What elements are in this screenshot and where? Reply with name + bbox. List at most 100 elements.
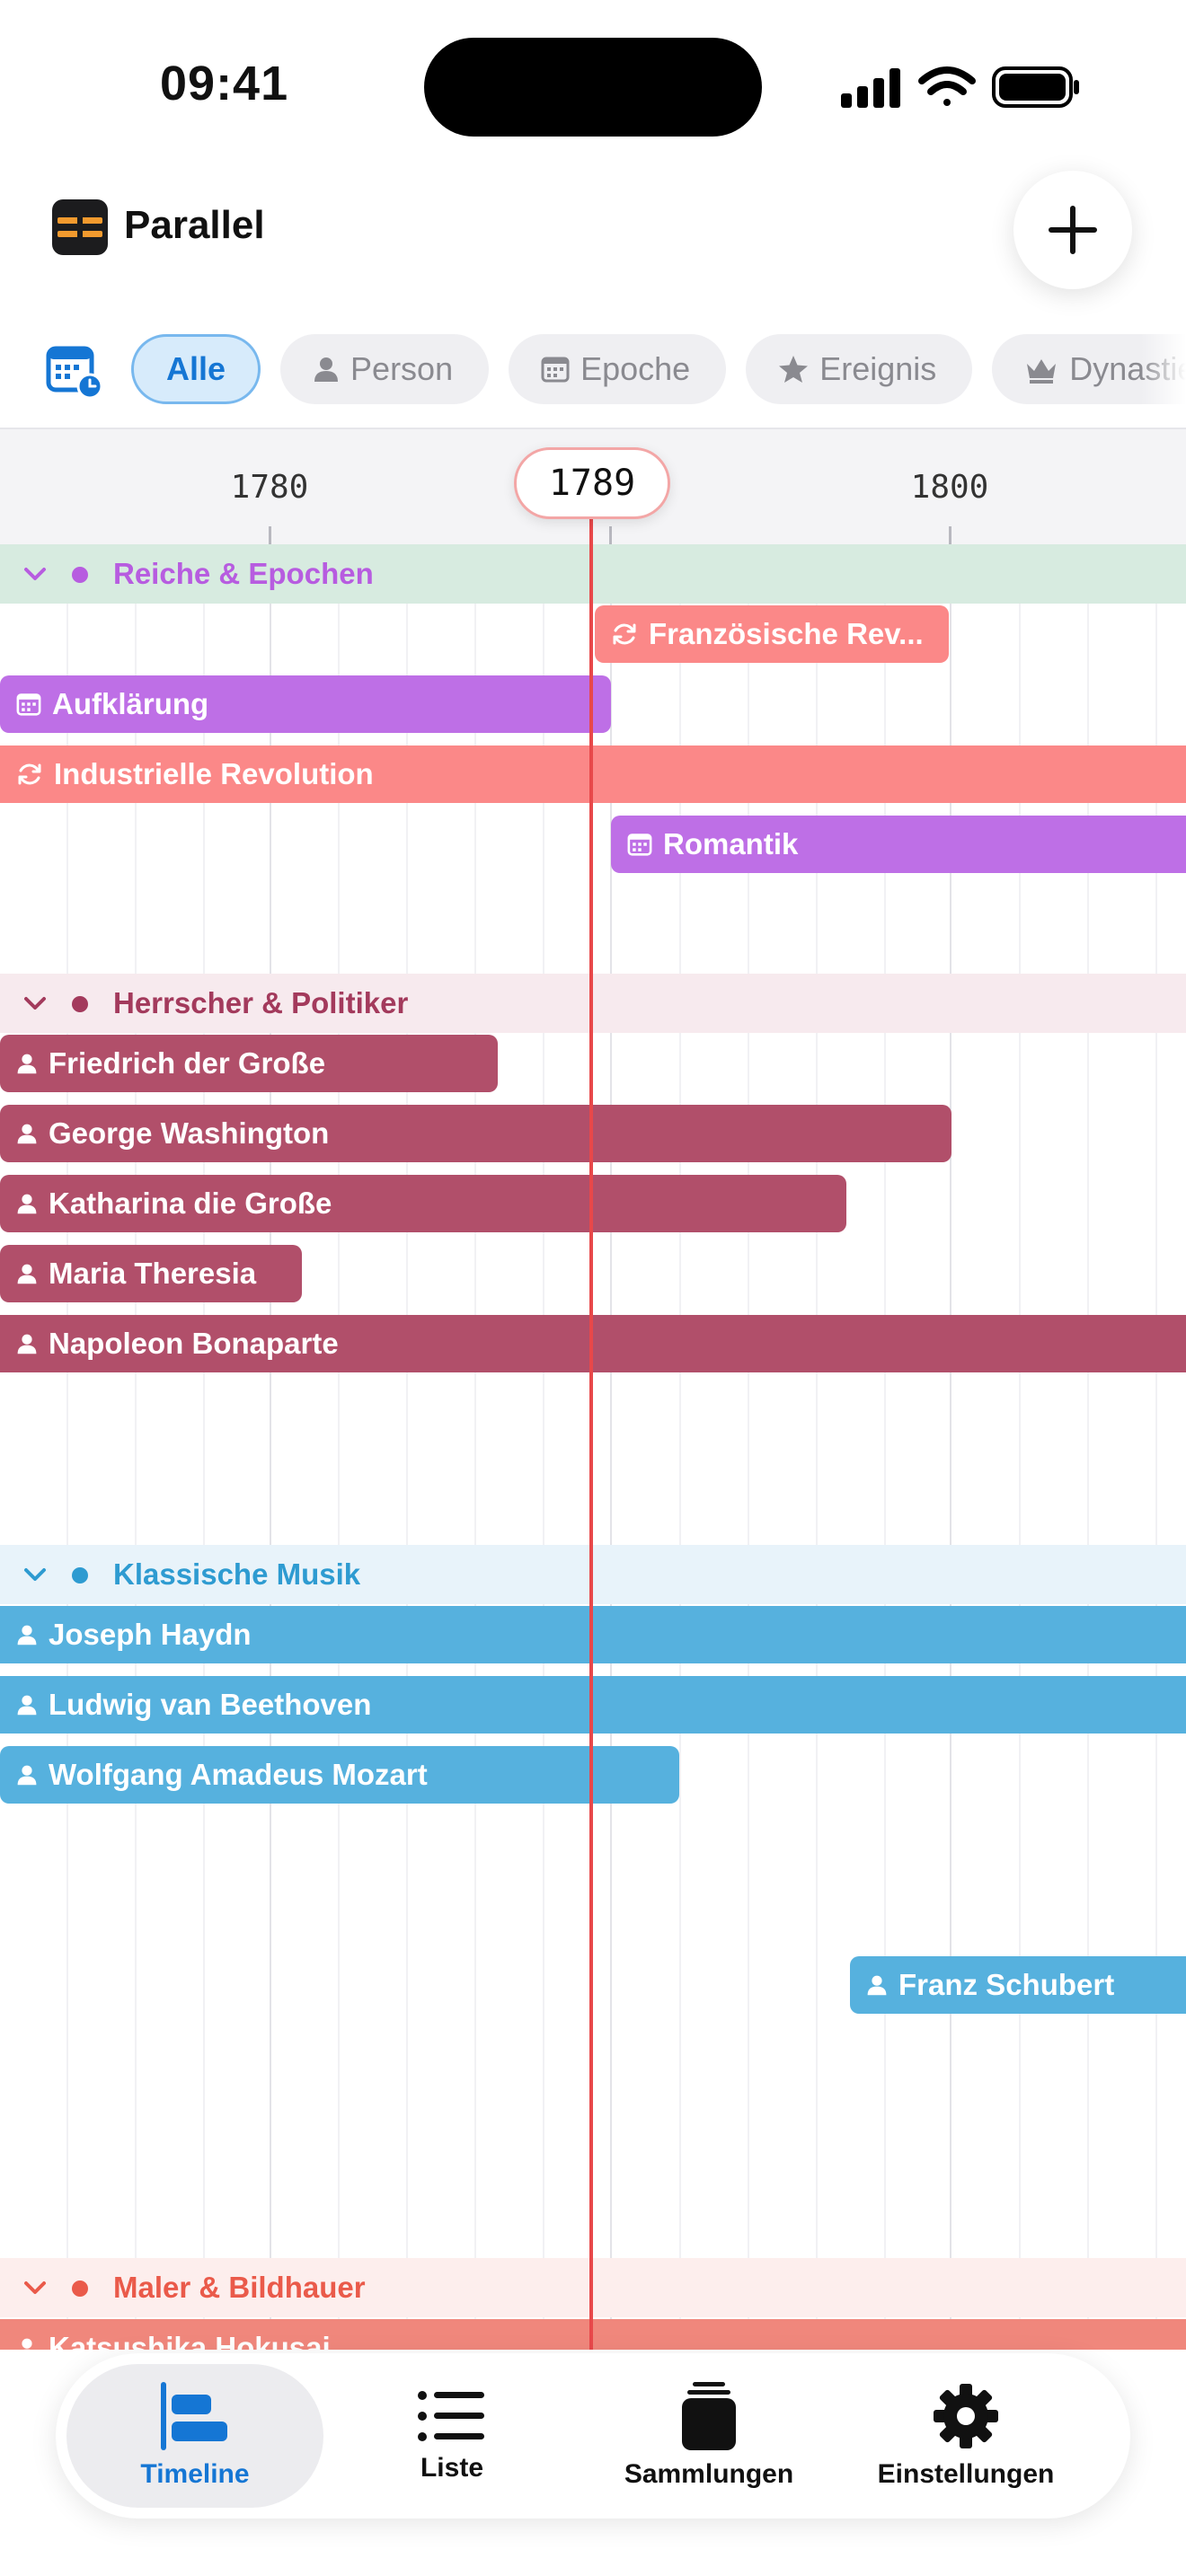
bar-label: Romantik <box>663 827 799 860</box>
timeline-bar-ludwig-van-beethoven[interactable]: Ludwig van Beethoven <box>0 1676 1186 1734</box>
tick-label-1780: 1780 <box>230 469 309 506</box>
gridline <box>406 544 408 2350</box>
person-icon <box>22 2338 32 2350</box>
tab-einstellungen[interactable]: Einstellungen <box>837 2364 1094 2508</box>
bar-label: Maria Theresia <box>49 1257 257 1290</box>
status-time: 09:41 <box>160 57 289 110</box>
person-icon <box>314 357 339 382</box>
section-header-maler-bildhauer[interactable]: Maler & Bildhauer <box>0 2258 1186 2317</box>
section-header-reiche-epochen[interactable]: Reiche & Epochen <box>0 544 1186 604</box>
section-title: Herrscher & Politiker <box>113 986 409 1019</box>
cycle-icon <box>18 763 41 785</box>
bar-label: Katharina die Große <box>49 1187 332 1220</box>
chevron-down-icon <box>24 2281 46 2294</box>
timeline-bar-joseph-haydn[interactable]: Joseph Haydn <box>0 1606 1186 1663</box>
tab-label: Timeline <box>140 2459 250 2489</box>
chevron-down-icon <box>24 1568 46 1581</box>
person-icon <box>17 1765 37 1786</box>
filter-chip-label: Alle <box>166 350 226 387</box>
timeline-icon <box>161 2382 227 2450</box>
timeline-bar-katsushika-hokusai[interactable]: Katsushika Hokusai <box>0 2319 1186 2350</box>
timeline-bar-wolfgang-amadeus-mozart[interactable]: Wolfgang Amadeus Mozart <box>0 1746 679 1804</box>
person-icon <box>17 1124 37 1144</box>
filter-chip-person[interactable]: Person <box>280 334 490 404</box>
person-icon <box>867 1975 887 1996</box>
chevron-down-icon <box>24 568 46 580</box>
timeline-bar-romantik[interactable]: Romantik <box>611 816 1186 873</box>
filter-chip-alle[interactable]: Alle <box>131 334 261 404</box>
status-icons <box>841 66 1079 108</box>
calendar-icon <box>16 693 41 716</box>
timeline-bar-george-washington[interactable]: George Washington <box>0 1105 951 1162</box>
timeline-bar-friedrich-der-grosse[interactable]: Friedrich der Große <box>0 1035 498 1092</box>
tab-label: Liste <box>420 2453 484 2483</box>
bar-label: Französische Rev... <box>649 617 924 650</box>
gridline <box>135 544 137 2350</box>
filter-chip-label: Ereignis <box>819 350 937 387</box>
timeline-bar-aufklaerung[interactable]: Aufklärung <box>0 675 611 733</box>
section-color-dot <box>72 996 88 1012</box>
battery-icon <box>992 66 1079 108</box>
app-logo-icon <box>52 199 108 255</box>
person-icon <box>17 1334 37 1354</box>
tab-sammlungen[interactable]: Sammlungen <box>580 2364 837 2508</box>
list-icon <box>418 2391 484 2441</box>
crown-icon <box>1027 359 1057 384</box>
gridline <box>338 544 340 2350</box>
section-header-klassische-musik[interactable]: Klassische Musik <box>0 1545 1186 1604</box>
section-color-dot <box>72 567 88 583</box>
current-year-line[interactable] <box>589 519 593 2350</box>
add-button[interactable] <box>1013 171 1132 289</box>
filter-fade <box>1141 323 1186 422</box>
section-title: Maler & Bildhauer <box>113 2271 366 2304</box>
timeline-lanes: Reiche & Epochen Französische Rev... Auf… <box>0 544 1186 2350</box>
dynamic-island <box>424 38 762 137</box>
gridline <box>474 544 476 2350</box>
bar-label: George Washington <box>49 1116 330 1150</box>
tab-label: Einstellungen <box>877 2459 1055 2489</box>
bar-label: Industrielle Revolution <box>54 757 374 790</box>
bar-label: Katsushika Hokusai <box>49 2331 331 2350</box>
bar-label: Aufklärung <box>52 687 209 720</box>
tab-timeline[interactable]: Timeline <box>66 2364 323 2508</box>
person-icon <box>17 1194 37 1214</box>
tick-mark <box>949 526 951 546</box>
plus-icon <box>1049 206 1097 254</box>
gridline <box>610 544 612 2350</box>
timeline-bar-napoleon-bonaparte[interactable]: Napoleon Bonaparte <box>0 1315 1186 1372</box>
collections-icon <box>682 2382 736 2450</box>
calendar-icon <box>541 357 570 383</box>
filter-chip-epoche[interactable]: Epoche <box>509 334 727 404</box>
section-header-herrscher-politiker[interactable]: Herrscher & Politiker <box>0 974 1186 1033</box>
cycle-icon <box>613 623 636 645</box>
tab-label: Sammlungen <box>624 2459 794 2489</box>
tick-mark <box>609 526 612 546</box>
gear-icon <box>934 2384 998 2448</box>
current-year-bubble[interactable]: 1789 <box>514 447 670 519</box>
cellular-signal-icon <box>841 68 900 108</box>
timeline-bar-maria-theresia[interactable]: Maria Theresia <box>0 1245 302 1302</box>
section-title: Klassische Musik <box>113 1557 361 1591</box>
section-color-dot <box>72 1567 88 1584</box>
calendar-filter-icon[interactable] <box>45 341 104 401</box>
bar-label: Franz Schubert <box>898 1968 1115 2001</box>
gridline <box>66 544 68 2350</box>
person-icon <box>17 1695 37 1716</box>
filter-chip-ereignis[interactable]: Ereignis <box>746 334 973 404</box>
timeline-bar-industrielle-revolution[interactable]: Industrielle Revolution <box>0 745 1186 803</box>
timeline-view[interactable]: 1780 1800 Reiche & Epochen Französische … <box>0 428 1186 2350</box>
section-color-dot <box>72 2280 88 2297</box>
timeline-bar-franzoesische-revolution[interactable]: Französische Rev... <box>595 605 949 663</box>
filter-chips: Alle Person Epoche Ereignis Dynastie <box>131 334 1186 404</box>
bar-label: Napoleon Bonaparte <box>49 1327 339 1360</box>
filter-bar: Alle Person Epoche Ereignis Dynastie <box>0 323 1186 422</box>
timeline-bar-franz-schubert[interactable]: Franz Schubert <box>850 1956 1186 2014</box>
status-bar: 09:41 <box>0 0 1186 171</box>
app-title: Parallel <box>124 203 265 247</box>
app-header: Parallel <box>0 171 1186 323</box>
bar-label: Ludwig van Beethoven <box>49 1688 372 1721</box>
gridline <box>543 544 544 2350</box>
person-icon <box>17 1264 37 1284</box>
timeline-bar-katharina-die-grosse[interactable]: Katharina die Große <box>0 1175 846 1232</box>
tab-liste[interactable]: Liste <box>323 2364 580 2508</box>
